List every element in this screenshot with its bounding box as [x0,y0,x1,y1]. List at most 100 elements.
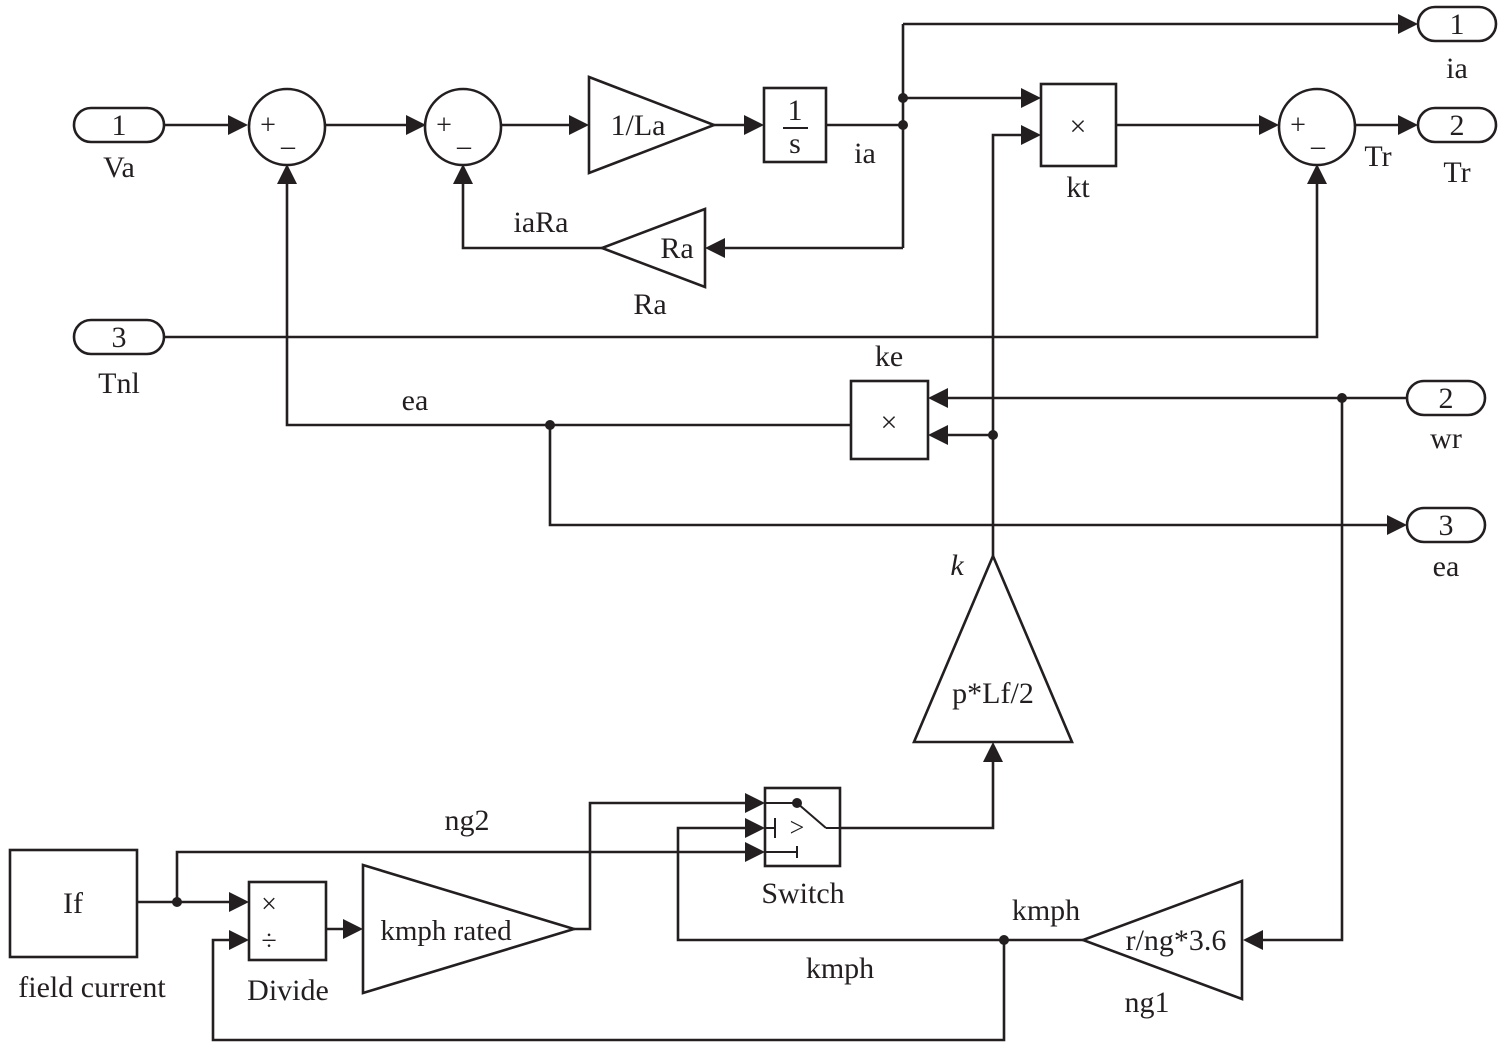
signal-labels: ia iaRa Tr ea ng2 kmph kmph [402,137,1392,985]
multiply-icon: × [1070,110,1087,143]
branch-dot [898,120,908,130]
arrowhead [1307,164,1327,184]
wire-ke-ea-sum1[interactable] [285,184,851,427]
minus-sign: – [456,131,472,162]
arrowhead [1243,930,1263,950]
gain-value: r/ng*3.6 [1126,924,1227,957]
arrowhead [343,919,363,939]
multiply-icon: × [261,889,277,920]
block-diagram: 1 Va 3 Tnl 2 wr 1 ia 2 Tr 3 ea + – + – + [8,5,1498,1042]
inport-number: 3 [112,321,127,354]
sum-block-3[interactable]: + – [1277,87,1357,167]
plus-sign: + [260,110,276,141]
arrowhead [229,930,249,950]
inport-number: 2 [1439,382,1454,415]
outport-label: ea [1433,550,1460,583]
gain-inv-la[interactable]: 1/La [587,75,718,175]
sum-block-1[interactable]: + – [247,87,327,167]
gain-ng1[interactable]: r/ng*3.6 ng1 [1079,879,1244,1019]
switch-block[interactable]: > Switch [761,786,845,910]
outport-ea[interactable]: 3 ea [1405,506,1487,583]
constant-name: field current [18,971,166,1004]
product-name: ke [875,340,903,373]
branch-points [172,93,1347,945]
outport-number: 3 [1439,509,1454,542]
signal-label-ea: ea [402,384,429,417]
outport-tr[interactable]: 2 Tr [1416,106,1498,189]
arrowhead [745,793,765,813]
inport-label: wr [1430,422,1462,455]
arrowhead [983,742,1003,762]
product-name: kt [1066,171,1090,204]
signal-label-kmph-bottom: kmph [806,952,874,985]
inport-label: Va [103,151,135,184]
arrowhead [705,238,725,258]
wire-wr-ng1[interactable] [1263,398,1344,942]
multiply-icon: × [881,406,898,439]
gain-kmph-rated[interactable]: kmph rated [361,863,579,995]
signal-label-ia: ia [854,137,876,170]
inport-wr[interactable]: 2 wr [1405,379,1487,455]
wire-k-kt[interactable] [991,133,1021,556]
plus-sign: + [436,110,452,141]
product-ke[interactable]: × ke [849,340,930,461]
branch-dot [545,420,555,430]
switch-name: Switch [761,877,844,910]
integrator-denominator: s [789,127,801,160]
outport-label: ia [1446,52,1468,85]
wire-switch-k[interactable] [840,762,995,830]
gain-value: 1/La [611,109,666,142]
branch-dot [1337,393,1347,403]
branch-dot [172,897,182,907]
product-divide[interactable]: × ÷ Divide [247,880,329,1007]
gain-ra[interactable]: Ra Ra [598,207,707,321]
inport-number: 1 [112,109,127,142]
arrowhead [569,115,589,135]
wire-kmph-divide[interactable] [211,938,1006,1042]
arrowhead [1398,14,1418,34]
arrowhead [745,842,765,862]
arrowhead [745,818,765,838]
minus-sign: – [280,131,296,162]
gain-k[interactable]: p*Lf/2 k [912,549,1074,744]
arrowhead [277,164,297,184]
switch-criterion: > [790,813,805,842]
integrator-block[interactable]: 1 s [762,86,828,164]
wire-ng2-switch1[interactable] [574,801,745,931]
gain-triangle[interactable] [912,552,1074,744]
outport-number: 2 [1450,109,1465,142]
arrowhead [228,115,248,135]
inport-tnl[interactable]: 3 Tnl [72,318,166,400]
divide-icon: ÷ [261,926,276,957]
arrowhead [229,892,249,912]
outport-ia[interactable]: 1 ia [1416,5,1498,85]
arrowhead [1398,115,1418,135]
constant-if[interactable]: If field current [8,848,166,1004]
outport-number: 1 [1450,8,1465,41]
arrowhead [406,115,426,135]
signal-label-tr: Tr [1364,140,1391,173]
product-kt[interactable]: × kt [1039,82,1118,204]
wire-ea-out3[interactable] [548,425,1387,527]
branch-dot [898,93,908,103]
gain-value: Ra [660,232,693,265]
arrowhead [1259,115,1279,135]
outport-label: Tr [1443,156,1470,189]
minus-sign: – [1310,131,1326,162]
inport-va[interactable]: 1 Va [72,106,166,184]
plus-sign: + [1290,110,1306,141]
branch-dot [988,430,998,440]
arrowhead [1021,88,1041,108]
gain-name: k [950,549,964,582]
inport-label: Tnl [98,367,140,400]
arrowhead [928,425,948,445]
integrator-numerator: 1 [788,94,803,127]
wire-tnl-sum3[interactable] [164,184,1319,339]
gain-value: kmph rated [380,915,512,947]
signal-label-ng2: ng2 [445,804,490,837]
sum-block-2[interactable]: + – [423,87,503,167]
arrowhead [453,164,473,184]
arrowhead [1387,515,1407,535]
gain-name: ng1 [1125,986,1170,1019]
branch-dot [999,935,1009,945]
